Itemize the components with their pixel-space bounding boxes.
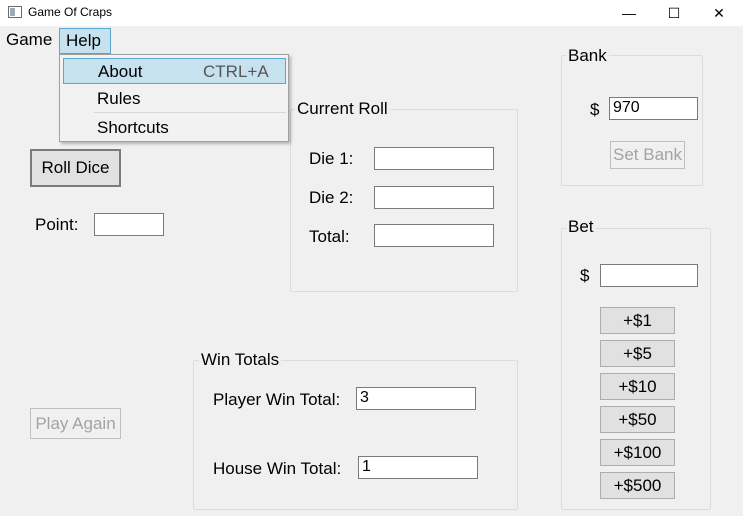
play-again-button[interactable]: Play Again <box>30 408 121 439</box>
bet-add-5-button[interactable]: +$5 <box>600 340 675 367</box>
bet-add-500-button[interactable]: +$500 <box>600 472 675 499</box>
menu-item-about-shortcut: CTRL+A <box>203 62 269 81</box>
player-win-field[interactable]: 3 <box>356 387 476 410</box>
point-label: Point: <box>35 215 79 234</box>
menu-help[interactable]: Help <box>59 28 111 54</box>
total-label: Total: <box>309 227 350 246</box>
menu-game[interactable]: Game <box>0 28 58 54</box>
die2-field[interactable] <box>374 186 494 209</box>
win-totals-group <box>193 360 518 510</box>
help-dropdown-menu: About CTRL+A Rules Shortcuts <box>59 54 289 142</box>
roll-dice-button[interactable]: Roll Dice <box>30 149 121 187</box>
menu-item-about-label: About <box>98 62 143 81</box>
current-roll-title: Current Roll <box>295 99 390 119</box>
bank-title: Bank <box>566 46 609 66</box>
bet-currency-label: $ <box>580 266 590 285</box>
bank-currency-label: $ <box>590 100 600 119</box>
menu-item-rules-label: Rules <box>97 89 141 108</box>
bet-title: Bet <box>566 217 596 237</box>
bet-add-100-button[interactable]: +$100 <box>600 439 675 466</box>
player-win-label: Player Win Total: <box>213 390 341 409</box>
menu-item-rules[interactable]: Rules <box>63 86 286 112</box>
menu-item-shortcuts-label: Shortcuts <box>97 118 169 137</box>
bet-add-50-button[interactable]: +$50 <box>600 406 675 433</box>
point-field[interactable] <box>94 213 164 236</box>
app-icon <box>8 6 22 18</box>
die1-label: Die 1: <box>309 149 354 168</box>
house-win-field[interactable]: 1 <box>358 456 478 479</box>
total-field[interactable] <box>374 224 494 247</box>
bet-add-10-button[interactable]: +$10 <box>600 373 675 400</box>
minimize-button[interactable]: — <box>606 0 652 26</box>
die1-field[interactable] <box>374 147 494 170</box>
win-totals-title: Win Totals <box>199 350 282 370</box>
bank-field[interactable]: 970 <box>609 97 698 120</box>
set-bank-button[interactable]: Set Bank <box>610 141 685 169</box>
die2-label: Die 2: <box>309 188 354 207</box>
window-title: Game Of Craps <box>28 5 113 19</box>
house-win-label: House Win Total: <box>213 459 342 478</box>
bet-field[interactable] <box>600 264 698 287</box>
menu-item-about[interactable]: About CTRL+A <box>63 58 286 84</box>
maximize-button[interactable]: ☐ <box>651 0 697 26</box>
menu-separator <box>94 112 286 113</box>
close-button[interactable]: ✕ <box>696 0 742 26</box>
menu-item-shortcuts[interactable]: Shortcuts <box>63 115 286 141</box>
bet-add-1-button[interactable]: +$1 <box>600 307 675 334</box>
